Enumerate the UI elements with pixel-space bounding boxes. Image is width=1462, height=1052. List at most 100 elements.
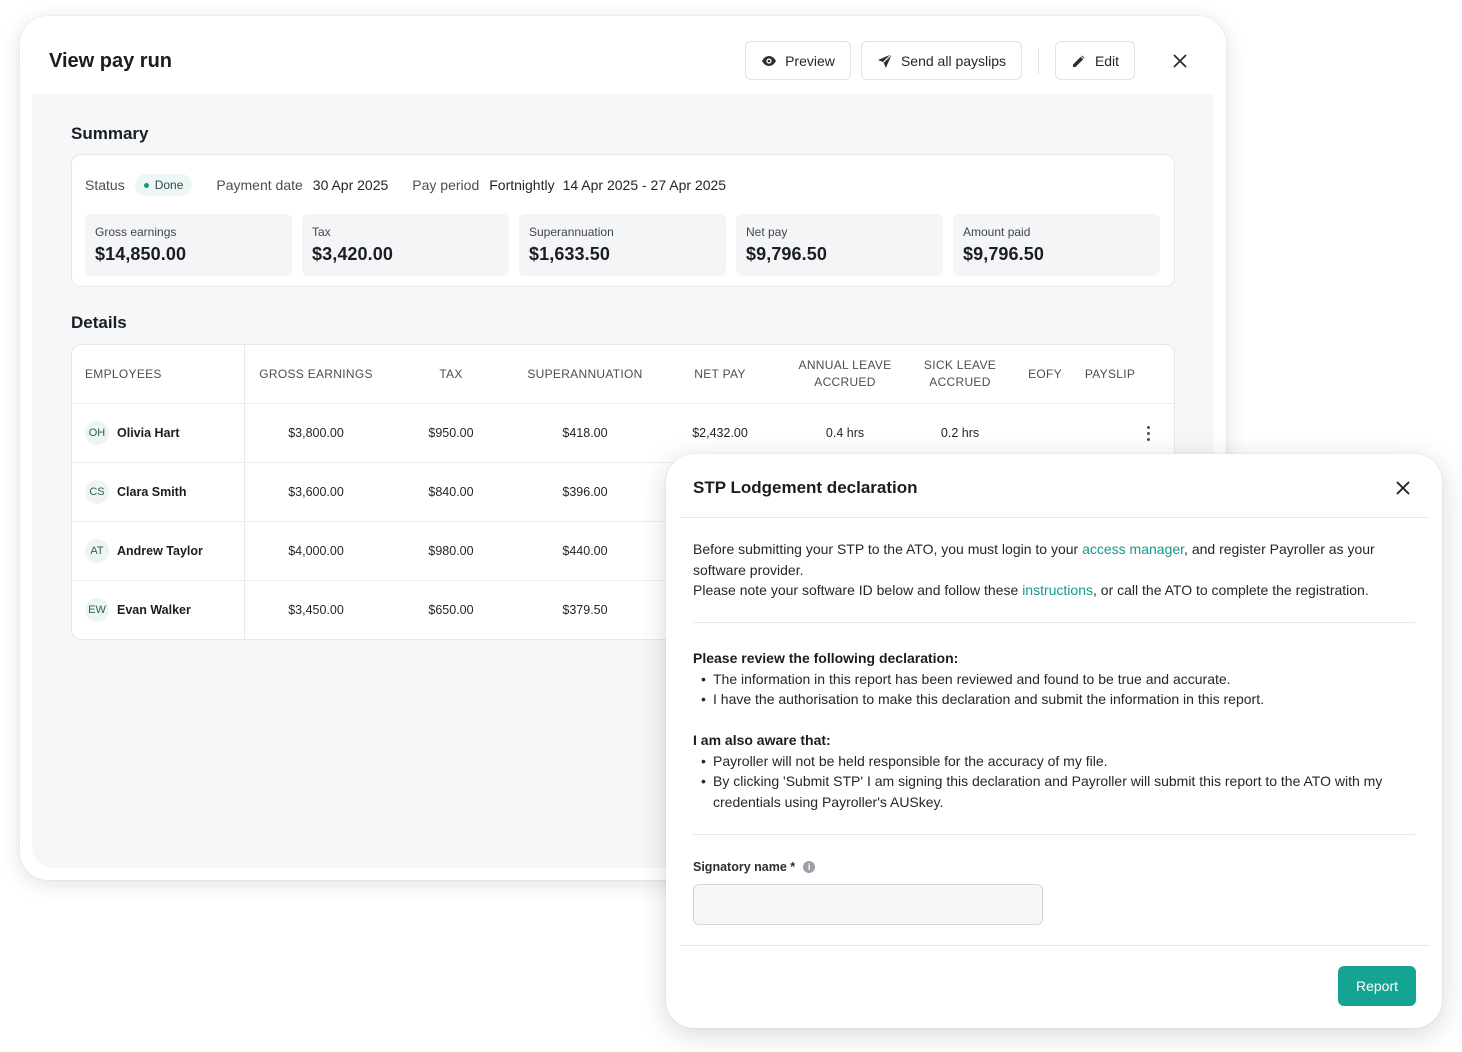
send-all-payslips-button[interactable]: Send all payslips bbox=[861, 41, 1022, 80]
column-header-eofy[interactable]: EOFY bbox=[1020, 345, 1070, 403]
status-badge: Done bbox=[134, 174, 193, 196]
employee-name: Andrew Taylor bbox=[117, 544, 203, 558]
signatory-name-input[interactable] bbox=[693, 884, 1043, 925]
superannuation-cell: $440.00 bbox=[562, 544, 608, 558]
employee-name: Evan Walker bbox=[117, 603, 191, 617]
aware-section: I am also aware that: Payroller will not… bbox=[693, 730, 1423, 812]
employee-name: Clara Smith bbox=[117, 485, 187, 499]
info-icon[interactable]: i bbox=[803, 861, 816, 873]
review-section: Please review the following declaration:… bbox=[693, 648, 1423, 710]
gross-earnings-cell: $3,600.00 bbox=[288, 485, 344, 499]
payment-date-value: 30 Apr 2025 bbox=[312, 177, 389, 193]
stat-label: Gross earnings bbox=[95, 225, 177, 239]
intro-text: , or call the ATO to complete the regist… bbox=[1093, 582, 1369, 598]
stat-value: $3,420.00 bbox=[312, 244, 393, 264]
summary-meta-row: Status Done Payment date 30 Apr 2025 Pay… bbox=[85, 174, 726, 196]
details-title: Details bbox=[71, 313, 127, 332]
aware-list: Payroller will not be held responsible f… bbox=[693, 751, 1423, 813]
status-dot-icon bbox=[143, 182, 149, 188]
edit-label: Edit bbox=[1094, 52, 1120, 69]
more-options-icon[interactable] bbox=[1138, 423, 1158, 443]
avatar: CS bbox=[85, 480, 109, 504]
summary-card: Status Done Payment date 30 Apr 2025 Pay… bbox=[71, 154, 1175, 287]
close-icon bbox=[1173, 54, 1187, 68]
stat-label: Net pay bbox=[746, 225, 788, 239]
column-header-annual-leave[interactable]: ANNUAL LEAVE ACCRUED bbox=[794, 345, 896, 403]
send-icon bbox=[877, 53, 893, 68]
employee-cell: EW Evan Walker bbox=[85, 598, 191, 622]
column-header-payslip[interactable]: PAYSLIP bbox=[1080, 345, 1140, 403]
intro-text: Please note your software ID below and f… bbox=[693, 582, 1023, 598]
eye-icon bbox=[762, 55, 777, 66]
preview-button[interactable]: Preview bbox=[745, 41, 851, 80]
pay-period-range: 14 Apr 2025 - 27 Apr 2025 bbox=[562, 177, 727, 193]
tax-cell: $650.00 bbox=[428, 603, 474, 617]
review-heading: Please review the following declaration: bbox=[693, 650, 959, 666]
stat-gross-earnings: Gross earnings $14,850.00 bbox=[85, 214, 292, 276]
column-header-superannuation[interactable]: SUPERANNUATION bbox=[522, 345, 648, 403]
stat-value: $9,796.50 bbox=[746, 244, 827, 264]
employee-name: Olivia Hart bbox=[117, 426, 180, 440]
stat-value: $1,633.50 bbox=[529, 244, 610, 264]
stat-label: Superannuation bbox=[529, 225, 614, 239]
column-header-employees[interactable]: EMPLOYEES bbox=[85, 345, 162, 403]
close-icon bbox=[1396, 481, 1410, 495]
instructions-link[interactable]: instructions bbox=[1022, 582, 1093, 598]
stat-label: Amount paid bbox=[963, 225, 1031, 239]
close-modal-button[interactable] bbox=[1392, 477, 1414, 499]
gross-earnings-cell: $3,450.00 bbox=[288, 603, 344, 617]
superannuation-cell: $396.00 bbox=[562, 485, 608, 499]
gross-earnings-cell: $4,000.00 bbox=[288, 544, 344, 558]
stat-net-pay: Net pay $9,796.50 bbox=[736, 214, 943, 276]
modal-intro: Before submitting your STP to the ATO, y… bbox=[693, 539, 1423, 601]
modal-divider bbox=[693, 834, 1415, 835]
pay-period-label: Pay period bbox=[412, 177, 480, 193]
review-list: The information in this report has been … bbox=[693, 669, 1423, 710]
stat-value: $14,850.00 bbox=[95, 244, 187, 264]
access-manager-link[interactable]: access manager bbox=[1082, 541, 1184, 557]
avatar: OH bbox=[85, 421, 109, 445]
modal-divider bbox=[680, 945, 1430, 946]
page-title: View pay run bbox=[49, 50, 173, 72]
gross-earnings-cell: $3,800.00 bbox=[288, 426, 344, 440]
modal-title: STP Lodgement declaration bbox=[693, 478, 918, 497]
list-item: I have the authorisation to make this de… bbox=[701, 689, 1423, 710]
superannuation-cell: $379.50 bbox=[562, 603, 608, 617]
signatory-label: Signatory name * i bbox=[693, 860, 816, 874]
column-header-tax[interactable]: TAX bbox=[406, 345, 496, 403]
column-header-gross-earnings[interactable]: GROSS EARNINGS bbox=[254, 345, 378, 403]
modal-divider bbox=[693, 622, 1415, 623]
send-all-payslips-label: Send all payslips bbox=[900, 52, 1007, 69]
stat-amount-paid: Amount paid $9,796.50 bbox=[953, 214, 1160, 276]
edit-button[interactable]: Edit bbox=[1055, 41, 1135, 80]
pay-period-frequency: Fortnightly bbox=[489, 177, 555, 193]
header-divider bbox=[1038, 48, 1039, 74]
stat-superannuation: Superannuation $1,633.50 bbox=[519, 214, 726, 276]
employee-cell: CS Clara Smith bbox=[85, 480, 186, 504]
tax-cell: $950.00 bbox=[428, 426, 474, 440]
pencil-icon bbox=[1072, 55, 1085, 67]
signatory-label-text: Signatory name * bbox=[693, 860, 796, 874]
payment-date-label: Payment date bbox=[216, 177, 303, 193]
intro-text: Before submitting your STP to the ATO, y… bbox=[693, 541, 1083, 557]
summary-title: Summary bbox=[71, 124, 149, 143]
employee-cell: OH Olivia Hart bbox=[85, 421, 180, 445]
employee-cell: AT Andrew Taylor bbox=[85, 539, 203, 563]
tax-cell: $840.00 bbox=[428, 485, 474, 499]
column-header-net-pay[interactable]: NET PAY bbox=[678, 345, 762, 403]
stp-declaration-modal: STP Lodgement declaration Before submitt… bbox=[666, 454, 1442, 1028]
preview-label: Preview bbox=[785, 52, 835, 69]
column-header-sick-leave[interactable]: SICK LEAVE ACCRUED bbox=[918, 345, 1002, 403]
status-value: Done bbox=[154, 178, 184, 192]
list-item: The information in this report has been … bbox=[701, 669, 1423, 690]
list-item: By clicking 'Submit STP' I am signing th… bbox=[701, 771, 1423, 812]
list-item: Payroller will not be held responsible f… bbox=[701, 751, 1423, 772]
modal-divider bbox=[680, 517, 1430, 518]
avatar: EW bbox=[85, 598, 109, 622]
aware-heading: I am also aware that: bbox=[693, 732, 831, 748]
status-label: Status bbox=[85, 177, 125, 193]
superannuation-cell: $418.00 bbox=[562, 426, 608, 440]
close-window-button[interactable] bbox=[1169, 50, 1191, 72]
report-button[interactable]: Report bbox=[1338, 966, 1416, 1006]
avatar: AT bbox=[85, 539, 109, 563]
